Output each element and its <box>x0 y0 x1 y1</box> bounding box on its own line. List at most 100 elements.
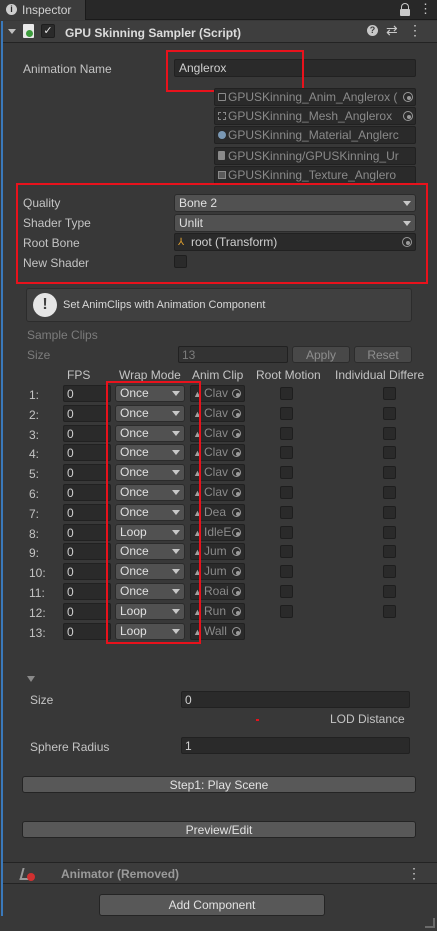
object-picker-icon[interactable] <box>232 448 241 457</box>
fps-input[interactable]: 0 <box>63 405 111 422</box>
object-picker-icon[interactable] <box>232 508 241 517</box>
individual-difference-checkbox[interactable] <box>383 605 396 618</box>
fps-input[interactable]: 0 <box>63 444 111 461</box>
object-picker-icon[interactable] <box>232 627 241 636</box>
individual-difference-checkbox[interactable] <box>383 545 396 558</box>
header-wrap-mode: Wrap Mode <box>119 368 181 382</box>
tab-bar: i Inspector ⋮ <box>0 0 437 20</box>
individual-difference-checkbox[interactable] <box>383 506 396 519</box>
fps-input[interactable]: 0 <box>63 524 111 541</box>
fps-input[interactable]: 0 <box>63 484 111 501</box>
script-icon <box>23 24 34 38</box>
object-picker-icon[interactable] <box>403 92 413 102</box>
root-motion-checkbox[interactable] <box>280 585 293 598</box>
object-picker-icon[interactable] <box>232 468 241 477</box>
individual-difference-checkbox[interactable] <box>383 446 396 459</box>
lod-foldout-icon[interactable] <box>27 676 35 682</box>
wrap-mode-highlight <box>106 381 201 644</box>
lod-size-label: Size <box>30 693 54 707</box>
row-index: 12: <box>29 606 46 620</box>
fps-input[interactable]: 0 <box>63 385 111 402</box>
individual-difference-checkbox[interactable] <box>383 427 396 440</box>
preview-edit-button[interactable]: Preview/Edit <box>22 821 416 838</box>
anim-asset-name: GPUSKinning_Anim_Anglerox ( <box>228 90 398 104</box>
root-motion-checkbox[interactable] <box>280 545 293 558</box>
component-menu-icon[interactable]: ⋮ <box>408 22 422 39</box>
object-picker-icon[interactable] <box>232 547 241 556</box>
material-asset-field[interactable]: GPUSKinning_Material_Anglerc <box>214 126 416 144</box>
add-component-button[interactable]: Add Component <box>99 894 325 916</box>
lod-size-input[interactable]: 0 <box>181 691 410 708</box>
root-motion-checkbox[interactable] <box>280 427 293 440</box>
root-motion-checkbox[interactable] <box>280 486 293 499</box>
lod-red-mark <box>256 719 259 721</box>
animator-removed-icon <box>19 867 35 881</box>
individual-difference-checkbox[interactable] <box>383 407 396 420</box>
fps-input[interactable]: 0 <box>63 583 111 600</box>
individual-difference-checkbox[interactable] <box>383 387 396 400</box>
individual-difference-checkbox[interactable] <box>383 526 396 539</box>
root-motion-checkbox[interactable] <box>280 605 293 618</box>
anim-clip-name: IdleE <box>204 525 232 539</box>
sphere-radius-input[interactable]: 1 <box>181 737 410 754</box>
header-root-motion: Root Motion <box>256 368 321 382</box>
object-picker-icon[interactable] <box>232 528 241 537</box>
info-icon: i <box>6 4 17 15</box>
row-index: 5: <box>29 467 40 481</box>
row-index: 4: <box>29 447 40 461</box>
presets-icon[interactable]: ⇄ <box>386 22 398 39</box>
anim-asset-field[interactable]: GPUSKinning_Anim_Anglerox ( <box>214 88 416 106</box>
individual-difference-checkbox[interactable] <box>383 565 396 578</box>
fps-input[interactable]: 0 <box>63 425 111 442</box>
object-picker-icon[interactable] <box>232 607 241 616</box>
object-picker-icon[interactable] <box>232 429 241 438</box>
root-motion-checkbox[interactable] <box>280 446 293 459</box>
shader-asset-field[interactable]: GPUSKinning/GPUSKinning_Ur <box>214 147 416 165</box>
fps-input[interactable]: 0 <box>63 603 111 620</box>
row-index: 11: <box>29 586 45 600</box>
row-index: 8: <box>29 527 40 541</box>
lock-icon[interactable] <box>400 3 410 17</box>
object-picker-icon[interactable] <box>232 389 241 398</box>
object-picker-icon[interactable] <box>232 488 241 497</box>
tab-inspector-label: Inspector <box>22 3 72 17</box>
component-header[interactable]: ✓ GPU Skinning Sampler (Script) ? ⇄ ⋮ <box>3 21 437 43</box>
settings-highlight <box>16 183 428 284</box>
help-icon[interactable]: ? <box>367 25 378 36</box>
root-motion-checkbox[interactable] <box>280 407 293 420</box>
animator-header[interactable]: Animator (Removed) ⋮ <box>3 862 437 884</box>
info-icon: ! <box>33 293 57 317</box>
fps-input[interactable]: 0 <box>63 623 111 640</box>
object-picker-icon[interactable] <box>232 587 241 596</box>
root-motion-checkbox[interactable] <box>280 506 293 519</box>
mesh-asset-field[interactable]: GPUSKinning_Mesh_Anglerox <box>214 107 416 125</box>
resize-handle-icon[interactable] <box>425 918 435 928</box>
foldout-arrow-icon[interactable] <box>8 29 16 34</box>
anim-clip-name: Jum <box>204 544 227 558</box>
row-index: 6: <box>29 487 40 501</box>
row-index: 7: <box>29 507 40 521</box>
enabled-checkbox[interactable]: ✓ <box>41 24 55 38</box>
fps-input[interactable]: 0 <box>63 504 111 521</box>
root-motion-checkbox[interactable] <box>280 565 293 578</box>
object-picker-icon[interactable] <box>403 111 413 121</box>
anim-clip-name: Clav <box>204 386 229 400</box>
individual-difference-checkbox[interactable] <box>383 585 396 598</box>
object-picker-icon[interactable] <box>232 409 241 418</box>
fps-input[interactable]: 0 <box>63 464 111 481</box>
root-motion-checkbox[interactable] <box>280 526 293 539</box>
individual-difference-checkbox[interactable] <box>383 466 396 479</box>
tab-inspector[interactable]: i Inspector <box>0 0 86 20</box>
object-picker-icon[interactable] <box>232 567 241 576</box>
texture-asset-field[interactable]: GPUSKinning_Texture_Anglero <box>214 166 416 184</box>
animator-menu-icon[interactable]: ⋮ <box>407 865 421 882</box>
tab-menu-icon[interactable]: ⋮ <box>419 1 432 17</box>
root-motion-checkbox[interactable] <box>280 387 293 400</box>
fps-input[interactable]: 0 <box>63 563 111 580</box>
reset-button: Reset <box>354 346 412 363</box>
fps-input[interactable]: 0 <box>63 543 111 560</box>
root-motion-checkbox[interactable] <box>280 466 293 479</box>
mesh-asset-name: GPUSKinning_Mesh_Anglerox <box>228 109 393 123</box>
step1-play-scene-button[interactable]: Step1: Play Scene <box>22 776 416 793</box>
individual-difference-checkbox[interactable] <box>383 486 396 499</box>
